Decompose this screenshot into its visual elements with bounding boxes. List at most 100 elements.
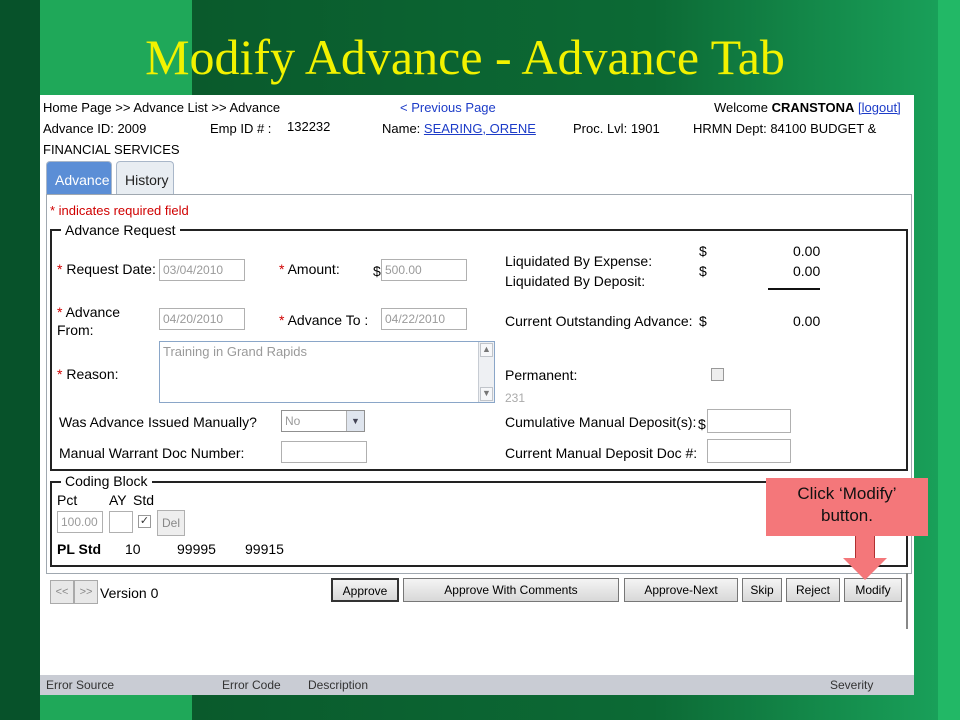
advance-id-value: 2009 bbox=[117, 121, 147, 136]
delete-button[interactable]: Del bbox=[157, 510, 185, 536]
error-code-header[interactable]: Error Code bbox=[222, 678, 281, 692]
deposit-doc-field[interactable] bbox=[707, 439, 791, 463]
issued-manually-label: Was Advance Issued Manually? bbox=[59, 414, 257, 430]
outstanding-label: Current Outstanding Advance: bbox=[505, 313, 693, 329]
proc-level-label: Proc. Lvl: bbox=[573, 121, 628, 136]
std-checkbox[interactable]: ✓ bbox=[138, 515, 151, 528]
employee-name-link[interactable]: SEARING, ORENE bbox=[424, 121, 536, 136]
employee-name: Name: SEARING, ORENE bbox=[382, 121, 536, 136]
previous-page-link[interactable]: < Previous Page bbox=[400, 100, 496, 115]
department-label: HRMN Dept: bbox=[693, 121, 767, 136]
deposit-doc-label: Current Manual Deposit Doc #: bbox=[505, 445, 698, 461]
advance-id: Advance ID: 2009 bbox=[43, 121, 146, 136]
warrant-doc-field[interactable] bbox=[281, 441, 367, 463]
previous-record-button[interactable]: << bbox=[50, 580, 74, 604]
tab-history[interactable]: History bbox=[116, 161, 174, 195]
description-header[interactable]: Description bbox=[308, 678, 368, 692]
coding-block-legend: Coding Block bbox=[61, 473, 152, 489]
scroll-up-icon[interactable]: ▲ bbox=[480, 343, 493, 357]
advance-request-legend: Advance Request bbox=[61, 222, 180, 238]
liquidated-expense-currency: $ bbox=[699, 243, 707, 259]
warrant-doc-label: Manual Warrant Doc Number: bbox=[59, 445, 245, 461]
required-star: * bbox=[57, 366, 63, 382]
permanent-label: Permanent: bbox=[505, 367, 578, 383]
reason-label: * Reason: bbox=[57, 366, 119, 382]
tab-advance[interactable]: Advance bbox=[46, 161, 112, 195]
proc-level-value: 1901 bbox=[630, 121, 660, 136]
skip-button[interactable]: Skip bbox=[742, 578, 782, 602]
reason-label-text: Reason: bbox=[66, 366, 119, 382]
pl-value-1: 10 bbox=[125, 541, 141, 557]
app-window: Home Page >> Advance List >> Advance < P… bbox=[40, 95, 914, 695]
error-source-header[interactable]: Error Source bbox=[46, 678, 114, 692]
reason-textarea[interactable]: Training in Grand Rapids ▲ ▼ bbox=[159, 341, 495, 403]
approve-button[interactable]: Approve bbox=[331, 578, 399, 602]
approve-with-comments-button[interactable]: Approve With Comments bbox=[403, 578, 619, 602]
advance-to-label-text: Advance To : bbox=[287, 312, 369, 328]
permanent-checkbox[interactable] bbox=[711, 368, 724, 381]
amount-field[interactable]: 500.00 bbox=[381, 259, 467, 281]
liquidated-deposit-currency: $ bbox=[699, 263, 707, 279]
sum-divider bbox=[768, 288, 820, 290]
reason-text: Training in Grand Rapids bbox=[163, 344, 308, 359]
welcome-label: Welcome CRANSTONA [logout] bbox=[714, 100, 901, 115]
department: HRMN Dept: 84100 BUDGET & bbox=[693, 121, 876, 136]
reason-scrollbar[interactable]: ▲ ▼ bbox=[478, 342, 494, 402]
request-date-label-text: Request Date: bbox=[66, 261, 156, 277]
cumulative-deposit-currency: $ bbox=[698, 416, 706, 432]
dropdown-arrow-icon[interactable]: ▼ bbox=[346, 411, 364, 431]
pct-field[interactable]: 100.00 bbox=[57, 511, 103, 533]
advance-to-label: * Advance To : bbox=[279, 312, 368, 328]
outstanding-currency: $ bbox=[699, 313, 707, 329]
slide-title: Modify Advance - Advance Tab bbox=[145, 29, 785, 85]
ay-label: AY bbox=[109, 492, 127, 508]
amount-label-text: Amount: bbox=[287, 261, 340, 277]
footer-divider bbox=[906, 573, 908, 629]
advance-from-field[interactable]: 04/20/2010 bbox=[159, 308, 245, 330]
approve-next-button[interactable]: Approve-Next bbox=[624, 578, 738, 602]
callout-arrow-icon bbox=[843, 558, 887, 580]
next-record-button[interactable]: >> bbox=[74, 580, 98, 604]
scroll-down-icon[interactable]: ▼ bbox=[480, 387, 493, 401]
callout-arrow-shaft bbox=[855, 536, 875, 560]
proc-level: Proc. Lvl: 1901 bbox=[573, 121, 660, 136]
advance-from-label-2: From: bbox=[57, 322, 94, 338]
std-label: Std bbox=[133, 492, 155, 508]
emp-id-value: 132232 bbox=[287, 119, 331, 134]
reason-char-count: 231 bbox=[505, 391, 526, 405]
reject-button[interactable]: Reject bbox=[786, 578, 840, 602]
required-star: * bbox=[279, 261, 285, 277]
pl-value-2: 99995 bbox=[177, 541, 216, 557]
advance-to-field[interactable]: 04/22/2010 bbox=[381, 308, 467, 330]
amount-currency: $ bbox=[373, 263, 381, 279]
required-field-note: * indicates required field bbox=[50, 203, 189, 218]
modify-callout: Click ‘Modify’ button. bbox=[766, 478, 928, 536]
pct-label: Pct bbox=[57, 492, 78, 508]
liquidated-expense-label: Liquidated By Expense: bbox=[505, 253, 653, 269]
slide-background-right bbox=[938, 0, 960, 720]
breadcrumb[interactable]: Home Page >> Advance List >> Advance bbox=[43, 100, 280, 115]
liquidated-deposit-value: 0.00 bbox=[793, 263, 821, 279]
issued-manually-value: No bbox=[285, 414, 301, 428]
issued-manually-select[interactable]: No ▼ bbox=[281, 410, 365, 432]
emp-id-label: Emp ID # : bbox=[210, 121, 272, 136]
name-label: Name: bbox=[382, 121, 421, 136]
severity-header[interactable]: Severity bbox=[830, 678, 873, 692]
modify-button[interactable]: Modify bbox=[844, 578, 902, 602]
error-table-header: Error Source Error Code Description Seve… bbox=[40, 675, 914, 695]
welcome-text: Welcome bbox=[714, 100, 768, 115]
outstanding-value: 0.00 bbox=[793, 313, 821, 329]
advance-from-label: * Advance From: bbox=[57, 303, 120, 339]
required-star: * bbox=[57, 304, 63, 320]
liquidated-deposit-label: Liquidated By Deposit: bbox=[505, 273, 646, 289]
cumulative-deposit-field[interactable] bbox=[707, 409, 791, 433]
ay-field[interactable] bbox=[109, 511, 133, 533]
request-date-field[interactable]: 03/04/2010 bbox=[159, 259, 245, 281]
logout-link[interactable]: [logout] bbox=[858, 100, 901, 115]
version-label: Version 0 bbox=[100, 585, 159, 601]
department-value: 84100 BUDGET & bbox=[770, 121, 877, 136]
user-name: CRANSTONA bbox=[771, 100, 855, 115]
required-star: * bbox=[57, 261, 63, 277]
request-date-label: * Request Date: bbox=[57, 261, 156, 277]
advance-from-label-1: Advance bbox=[65, 304, 121, 320]
